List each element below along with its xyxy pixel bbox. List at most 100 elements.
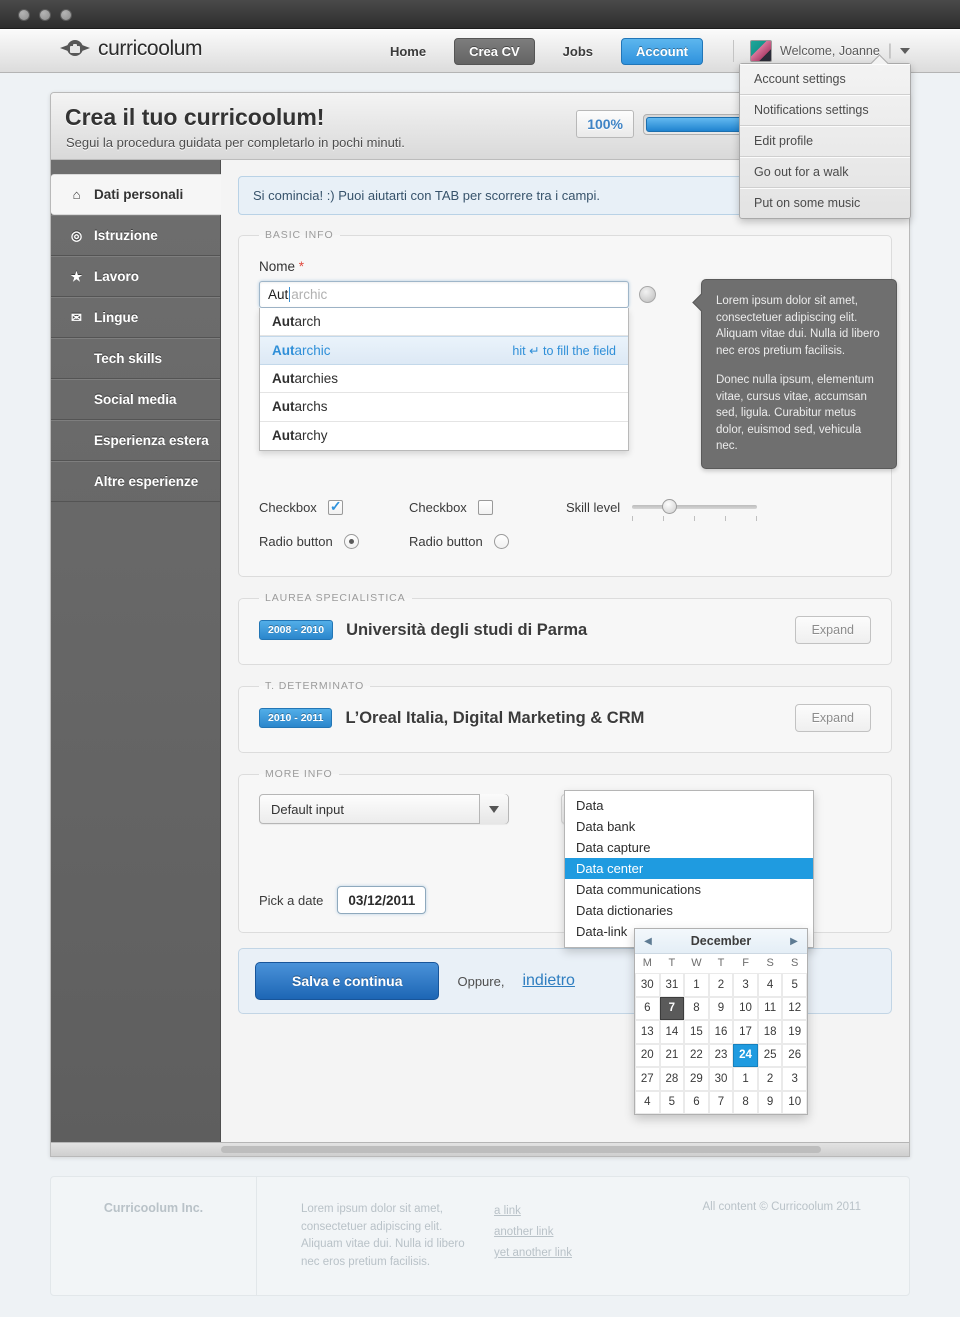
nome-input-row: Aut archic Autarch Autarchic hit ↵ to fi… bbox=[259, 279, 897, 469]
work-expand-button[interactable]: Expand bbox=[794, 704, 871, 732]
footer-link-1[interactable]: a link bbox=[494, 1201, 672, 1222]
calendar-day[interactable]: 31 bbox=[659, 973, 685, 997]
calendar-day[interactable]: 11 bbox=[757, 996, 783, 1020]
save-and-continue-button[interactable]: Salva e continua bbox=[255, 962, 440, 1000]
help-icon[interactable] bbox=[639, 286, 656, 303]
slider-handle[interactable] bbox=[662, 499, 678, 514]
checkbox-2[interactable] bbox=[477, 499, 493, 515]
nome-input[interactable]: Aut archic bbox=[259, 281, 629, 308]
autocomplete-item[interactable]: Autarchs bbox=[260, 393, 628, 422]
calendar-day[interactable]: 22 bbox=[684, 1043, 709, 1067]
calendar-day-today[interactable]: 7 bbox=[659, 996, 685, 1020]
chevron-left-icon[interactable]: ◀ bbox=[635, 936, 661, 947]
menu-item-go-out-for-a-walk[interactable]: Go out for a walk bbox=[740, 157, 910, 188]
menu-item-edit-profile[interactable]: Edit profile bbox=[740, 126, 910, 157]
calendar-day[interactable]: 26 bbox=[782, 1043, 807, 1067]
calendar-day[interactable]: 3 bbox=[733, 973, 758, 997]
menu-item-account-settings[interactable]: Account settings bbox=[740, 64, 910, 95]
nav-item-jobs[interactable]: Jobs bbox=[555, 39, 601, 64]
calendar-day[interactable]: 10 bbox=[782, 1090, 807, 1114]
autocomplete-item[interactable]: Autarchy bbox=[260, 422, 628, 450]
footer-link-2[interactable]: another link bbox=[494, 1222, 672, 1243]
calendar-day[interactable]: 9 bbox=[757, 1090, 783, 1114]
autocomplete-item[interactable]: Autarch bbox=[260, 308, 628, 337]
nav-item-account[interactable]: Account bbox=[621, 37, 704, 65]
brand[interactable]: curricoolum bbox=[60, 37, 203, 61]
calendar-day[interactable]: 29 bbox=[684, 1067, 709, 1091]
window-controls[interactable] bbox=[18, 9, 72, 21]
calendar-day[interactable]: 28 bbox=[659, 1067, 685, 1091]
calendar-day[interactable]: 1 bbox=[733, 1067, 758, 1091]
calendar-day[interactable]: 8 bbox=[733, 1090, 758, 1114]
checkbox-1[interactable] bbox=[327, 498, 343, 515]
radio-2[interactable] bbox=[493, 533, 509, 549]
calendar-day[interactable]: 21 bbox=[659, 1043, 685, 1067]
calendar-day[interactable]: 9 bbox=[708, 996, 734, 1020]
calendar-day[interactable]: 20 bbox=[635, 1043, 660, 1067]
calendar-day-selected[interactable]: 24 bbox=[733, 1043, 758, 1067]
calendar-day[interactable]: 27 bbox=[635, 1067, 660, 1091]
calendar-day[interactable]: 19 bbox=[782, 1020, 807, 1044]
select-option-selected[interactable]: Data center bbox=[565, 858, 813, 879]
sidebar-item-lavoro[interactable]: ★ Lavoro bbox=[51, 256, 220, 297]
skill-level-slider[interactable] bbox=[632, 497, 758, 521]
sidebar-item-social-media[interactable]: Social media bbox=[51, 379, 220, 420]
nav-item-crea-cv[interactable]: Crea CV bbox=[454, 37, 535, 65]
select-option[interactable]: Data bbox=[565, 795, 813, 816]
select-option[interactable]: Data communications bbox=[565, 879, 813, 900]
calendar-day[interactable]: 4 bbox=[757, 973, 783, 997]
minimize-window-button[interactable] bbox=[39, 9, 51, 21]
chevron-right-icon[interactable]: ▶ bbox=[781, 936, 807, 947]
calendar-day[interactable]: 13 bbox=[635, 1020, 660, 1044]
select-option[interactable]: Data capture bbox=[565, 837, 813, 858]
sidebar-item-istruzione[interactable]: ◎ Istruzione bbox=[51, 215, 220, 256]
calendar-day[interactable]: 17 bbox=[733, 1020, 758, 1044]
sidebar-item-altre-esperienze[interactable]: Altre esperienze bbox=[51, 461, 220, 502]
calendar-day[interactable]: 1 bbox=[684, 973, 709, 997]
sidebar-item-label: Lavoro bbox=[94, 269, 140, 284]
close-window-button[interactable] bbox=[18, 9, 30, 21]
sidebar-item-tech-skills[interactable]: Tech skills bbox=[51, 338, 220, 379]
default-select-closed[interactable]: Default input bbox=[259, 794, 509, 824]
calendar-day[interactable]: 6 bbox=[635, 996, 660, 1020]
calendar-day[interactable]: 7 bbox=[708, 1090, 734, 1114]
calendar-day[interactable]: 14 bbox=[659, 1020, 685, 1044]
menu-item-put-on-some-music[interactable]: Put on some music bbox=[740, 188, 910, 218]
chevron-down-icon[interactable] bbox=[900, 48, 910, 54]
calendar-day[interactable]: 2 bbox=[757, 1067, 783, 1091]
nav-item-home[interactable]: Home bbox=[382, 39, 434, 64]
sidebar-item-dati-personali[interactable]: ⌂ Dati personali bbox=[51, 174, 222, 215]
select-option[interactable]: Data bank bbox=[565, 816, 813, 837]
calendar-day[interactable]: 10 bbox=[733, 996, 758, 1020]
back-link[interactable]: indietro bbox=[522, 972, 574, 990]
calendar-day[interactable]: 30 bbox=[708, 1067, 734, 1091]
calendar-day[interactable]: 16 bbox=[708, 1020, 734, 1044]
calendar-day[interactable]: 30 bbox=[635, 973, 660, 997]
date-1-input[interactable]: 03/12/2011 bbox=[337, 886, 427, 914]
footer-link-3[interactable]: yet another link bbox=[494, 1243, 672, 1264]
calendar-day[interactable]: 23 bbox=[708, 1043, 734, 1067]
horizontal-scrollbar[interactable] bbox=[51, 1142, 909, 1156]
calendar-day[interactable]: 2 bbox=[708, 973, 734, 997]
calendar-day[interactable]: 15 bbox=[684, 1020, 709, 1044]
education-expand-button[interactable]: Expand bbox=[794, 616, 871, 644]
menu-item-notifications-settings[interactable]: Notifications settings bbox=[740, 95, 910, 126]
calendar-day[interactable]: 6 bbox=[684, 1090, 709, 1114]
calendar-day[interactable]: 5 bbox=[782, 973, 807, 997]
calendar-day[interactable]: 3 bbox=[782, 1067, 807, 1091]
calendar-day[interactable]: 12 bbox=[782, 996, 807, 1020]
calendar-day[interactable]: 18 bbox=[757, 1020, 783, 1044]
page-footer: Curricoolum Inc. Lorem ipsum dolor sit a… bbox=[50, 1176, 910, 1296]
autocomplete-item-selected[interactable]: Autarchic hit ↵ to fill the field bbox=[260, 336, 628, 365]
autocomplete-item[interactable]: Autarchies bbox=[260, 365, 628, 394]
calendar-day[interactable]: 4 bbox=[635, 1090, 660, 1114]
calendar-day[interactable]: 8 bbox=[684, 996, 709, 1020]
select-option[interactable]: Data dictionaries bbox=[565, 900, 813, 921]
radio-1[interactable] bbox=[343, 533, 359, 549]
zoom-window-button[interactable] bbox=[60, 9, 72, 21]
calendar-day[interactable]: 5 bbox=[659, 1090, 685, 1114]
calendar-day[interactable]: 25 bbox=[757, 1043, 783, 1067]
chevron-down-icon[interactable] bbox=[479, 794, 508, 824]
sidebar-item-lingue[interactable]: ✉ Lingue bbox=[51, 297, 220, 338]
sidebar-item-esperienza-estera[interactable]: Esperienza estera bbox=[51, 420, 220, 461]
